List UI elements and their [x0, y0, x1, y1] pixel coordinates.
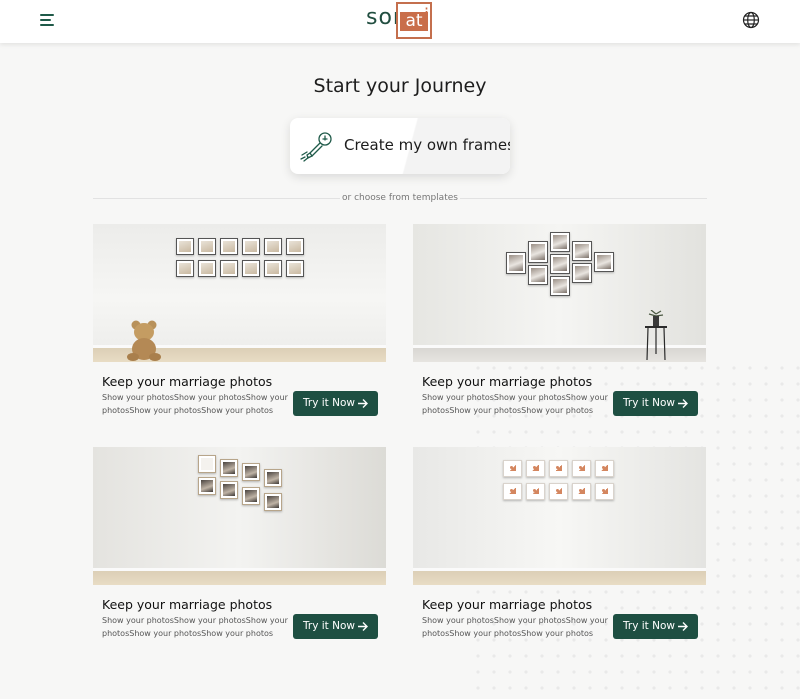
card-description: Show your photosShow your photosShow you…: [102, 393, 288, 415]
logo-suffix: i: [424, 5, 431, 26]
menu-icon[interactable]: [38, 11, 58, 29]
arrow-right-icon: [358, 622, 368, 631]
try-it-now-button[interactable]: Try it Now: [293, 614, 378, 639]
try-it-now-label: Try it Now: [303, 397, 355, 409]
template-image-placeholder-grid[interactable]: [413, 447, 706, 585]
card-description: Show your photosShow your photosShow you…: [422, 616, 608, 638]
rocket-bulb-icon: [298, 128, 336, 166]
card-heading: Keep your marriage photos: [422, 597, 593, 612]
arrow-right-icon: [678, 399, 688, 408]
template-image-graduation-cluster[interactable]: [93, 447, 386, 585]
template-card[interactable]: Keep your marriage photos Show your phot…: [413, 224, 706, 416]
card-heading: Keep your marriage photos: [422, 374, 593, 389]
create-own-frames-button[interactable]: Create my own frames: [290, 118, 510, 174]
teddy-bear-icon: [127, 320, 161, 361]
card-description: Show your photosShow your photosShow you…: [102, 616, 288, 638]
create-own-frames-label: Create my own frames: [344, 136, 510, 154]
template-card[interactable]: Keep your marriage photos Show your phot…: [413, 447, 706, 639]
template-image-baby-grid[interactable]: [93, 224, 386, 362]
try-it-now-button[interactable]: Try it Now: [613, 391, 698, 416]
template-card[interactable]: Keep your marriage photos Show your phot…: [93, 447, 386, 639]
try-it-now-button[interactable]: Try it Now: [613, 614, 698, 639]
arrow-right-icon: [358, 399, 368, 408]
template-image-couple-cluster[interactable]: [413, 224, 706, 362]
side-table-plant-icon: [645, 310, 667, 361]
card-heading: Keep your marriage photos: [102, 374, 273, 389]
page-title: Start your Journey: [313, 75, 487, 97]
sorati-logo[interactable]: sor at i: [366, 2, 434, 39]
card-description: Show your photosShow your photosShow you…: [422, 393, 608, 415]
template-card[interactable]: Keep your marriage photos Show your phot…: [93, 224, 386, 416]
try-it-now-label: Try it Now: [623, 620, 675, 632]
card-heading: Keep your marriage photos: [102, 597, 273, 612]
top-bar: sor at i: [0, 0, 800, 43]
divider-right: [460, 198, 707, 199]
globe-icon[interactable]: [742, 11, 760, 29]
try-it-now-button[interactable]: Try it Now: [293, 391, 378, 416]
try-it-now-label: Try it Now: [623, 397, 675, 409]
try-it-now-label: Try it Now: [303, 620, 355, 632]
arrow-right-icon: [678, 622, 688, 631]
